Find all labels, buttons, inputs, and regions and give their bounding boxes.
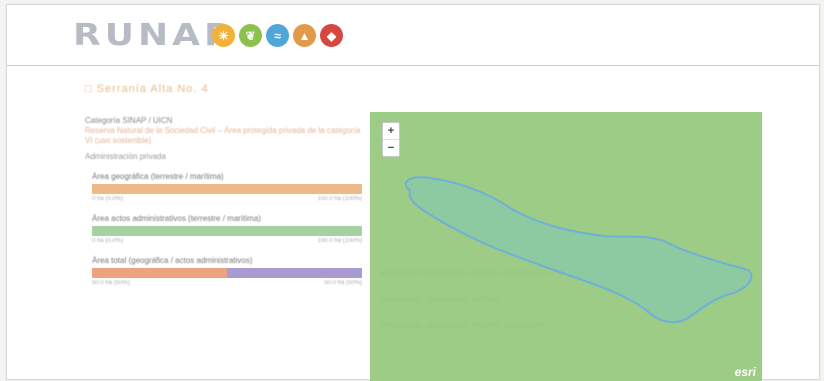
map-view[interactable]: + − esri	[370, 112, 762, 381]
zoom-out-button[interactable]: −	[383, 139, 399, 156]
metric-administrative-area: Área actos administrativos (terrestre / …	[92, 214, 362, 244]
metric-bar	[92, 226, 362, 236]
header: RUNAP ☀ ❦ ≈ ▲ ◆	[7, 5, 819, 66]
water-icon: ≈	[266, 24, 289, 47]
leaf-icon: ❦	[239, 24, 262, 47]
metric-bar	[92, 184, 362, 194]
bar-segment-0	[92, 226, 362, 236]
scale-right: 50.0 ha (50%)	[324, 280, 362, 286]
metric-bar	[92, 268, 362, 278]
category-label: Categoría SINAP / UICN	[85, 116, 173, 125]
administration-label: Administración privada	[85, 152, 166, 161]
protected-area-title: □ Serranía Alta No. 4	[85, 83, 209, 95]
zoom-control: + −	[382, 122, 400, 157]
animal-icon: ◆	[320, 24, 343, 47]
sun-icon: ☀	[212, 24, 235, 47]
scale-left: 50.0 ha (50%)	[92, 280, 130, 286]
metric-total-area: Área total (geográfica / actos administr…	[92, 256, 362, 286]
zoom-in-button[interactable]: +	[383, 123, 399, 139]
metric-title: Área geográfica (terrestre / marítima)	[92, 172, 224, 181]
esri-attribution[interactable]: esri	[735, 365, 756, 379]
bar-segment-0	[92, 184, 362, 194]
protected-area-polygon[interactable]	[404, 176, 753, 324]
category-value: Reserva Natural de la Sociedad Civil – Á…	[85, 126, 361, 145]
map-canvas[interactable]	[370, 112, 762, 381]
scale-left: 0 ha (0.0%)	[92, 196, 124, 202]
scale-right: 100.0 ha (100%)	[317, 196, 362, 202]
metric-title: Área total (geográfica / actos administr…	[92, 256, 253, 265]
area-info: Categoría SINAP / UICN Reserva Natural d…	[85, 116, 365, 162]
scale-right: 100.0 ha (100%)	[317, 238, 362, 244]
bar-segment-0	[92, 268, 227, 278]
metric-title: Área actos administrativos (terrestre / …	[92, 214, 261, 223]
logo-text[interactable]: RUNAP	[73, 18, 234, 53]
mountain-icon: ▲	[293, 24, 316, 47]
scale-left: 0 ha (0.0%)	[92, 238, 124, 244]
metric-geographic-area: Área geográfica (terrestre / marítima) 0…	[92, 172, 362, 202]
bar-segment-1	[227, 268, 362, 278]
logo-icons: ☀ ❦ ≈ ▲ ◆	[212, 24, 343, 47]
